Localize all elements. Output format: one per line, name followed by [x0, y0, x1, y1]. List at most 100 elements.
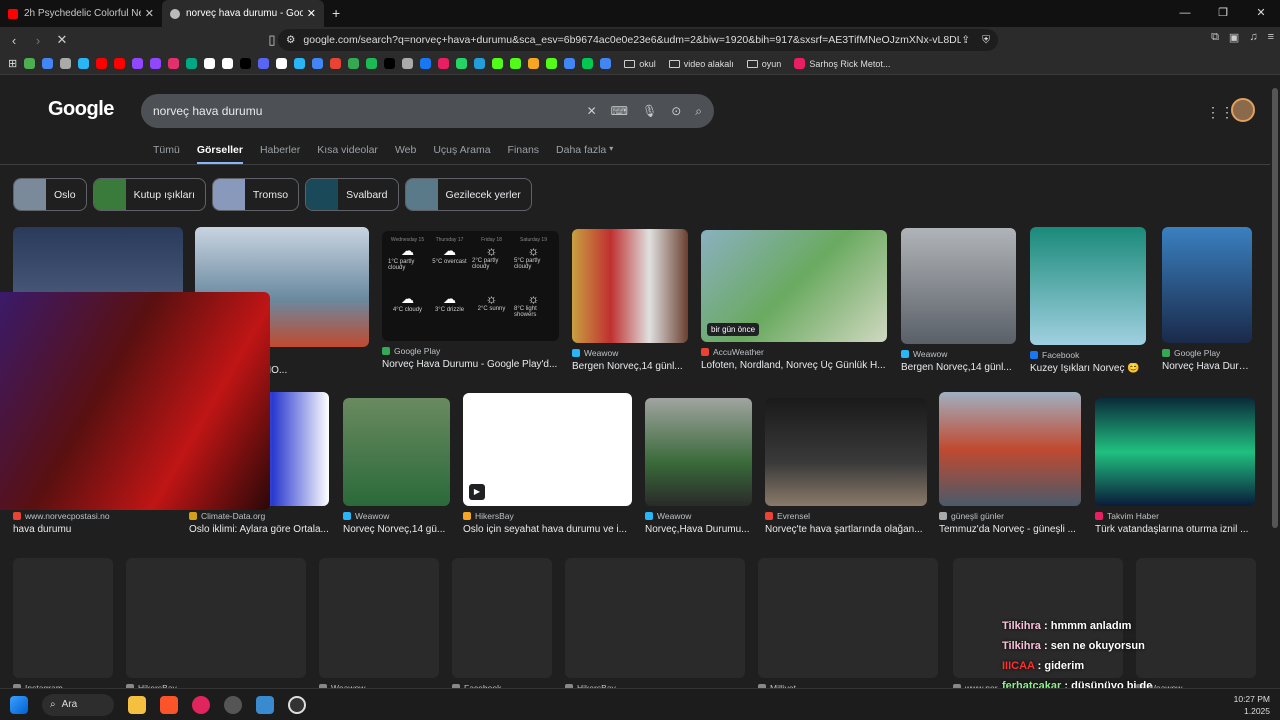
image-result[interactable]: Instagram	[13, 558, 113, 688]
scrollbar-thumb[interactable]	[1272, 88, 1278, 528]
result-caption[interactable]: Kuzey Işıkları Norveç 😊	[1030, 363, 1146, 374]
search-tab[interactable]: Tümü	[153, 144, 180, 165]
system-clock[interactable]: 10:27 PM 1.2025	[1234, 693, 1270, 717]
result-thumbnail[interactable]	[319, 558, 439, 678]
forward-icon[interactable]: ›	[28, 33, 48, 48]
result-source[interactable]: Google Play	[1162, 348, 1252, 358]
bookmark-favicon-icon[interactable]	[510, 58, 522, 69]
result-source[interactable]: AccuWeather	[701, 347, 887, 357]
bookmark-favicon-icon[interactable]	[384, 58, 396, 69]
bookmark-favicon-icon[interactable]	[312, 58, 324, 69]
google-apps-icon[interactable]: ⋮⋮	[1206, 104, 1234, 121]
bookmark-favicon-icon[interactable]	[60, 58, 72, 69]
media-icon[interactable]: ♫	[1249, 31, 1257, 44]
avatar[interactable]	[1231, 98, 1255, 122]
result-thumbnail[interactable]	[645, 398, 752, 506]
search-tab[interactable]: Daha fazla	[556, 144, 606, 165]
bookmark-favicon-icon[interactable]	[564, 58, 576, 69]
refinement-chip[interactable]: Gezilecek yerler	[404, 178, 532, 211]
image-result[interactable]: Facebook Kuzey Işıkları Norveç 😊	[1030, 227, 1146, 374]
result-caption[interactable]: Norveç,Hava Durumu...	[645, 524, 752, 535]
result-caption[interactable]: Norveç'te hava şartlarında olağan...	[765, 524, 927, 535]
bookmark-favicon-icon[interactable]	[366, 58, 378, 69]
menu-icon[interactable]: ≡	[1268, 31, 1274, 44]
bookmark-favicon-icon[interactable]	[114, 58, 126, 69]
result-source[interactable]: Weawow	[645, 511, 752, 521]
back-icon[interactable]: ‹	[4, 33, 24, 48]
result-source[interactable]: Facebook	[1030, 350, 1146, 360]
search-icon[interactable]: ⌕	[695, 104, 702, 119]
result-caption[interactable]: hava durumu	[13, 524, 173, 535]
obs-icon[interactable]	[288, 695, 306, 714]
tab-close-icon[interactable]: ✕	[307, 7, 316, 20]
bookmark-favicon-icon[interactable]	[96, 58, 108, 69]
bookmark-favicon-icon[interactable]	[546, 58, 558, 69]
brave-shield-icon[interactable]: ⛨	[982, 34, 990, 47]
result-thumbnail[interactable]	[343, 398, 450, 506]
image-result[interactable]: Weawow Bergen Norveç,14 günl...	[901, 228, 1016, 373]
result-thumbnail[interactable]	[452, 558, 552, 678]
bookmark-folder[interactable]: oyun	[746, 59, 781, 69]
result-thumbnail[interactable]	[758, 558, 938, 678]
image-result[interactable]: Weawow	[319, 558, 439, 688]
image-result[interactable]: Milliyet	[758, 558, 938, 688]
image-result[interactable]: Weawow Norveç,Hava Durumu...	[645, 398, 752, 535]
search-input[interactable]: norveç hava durumu	[153, 104, 587, 118]
result-thumbnail[interactable]	[572, 229, 688, 343]
extensions-icon[interactable]: ⧉	[1211, 31, 1219, 44]
result-thumbnail[interactable]	[901, 228, 1016, 344]
result-thumbnail[interactable]	[1162, 227, 1252, 343]
bookmark-item[interactable]: Sarhoş Rick Metot...	[794, 58, 890, 69]
result-thumbnail[interactable]: Wednesday 15 ☁ 1°C partly cloudy Thursday 1…	[382, 231, 559, 341]
refinement-chip[interactable]: Svalbard	[305, 178, 399, 211]
share-icon[interactable]: ⇪	[961, 34, 970, 46]
result-caption[interactable]: Türk vatandaşlarına oturma iznil ...	[1095, 524, 1255, 535]
result-source[interactable]: Evrensel	[765, 511, 927, 521]
result-caption[interactable]: Temmuz'da Norveç - güneşli ...	[939, 524, 1081, 535]
image-result[interactable]: Weawow Bergen Norveç,14 günl...	[572, 229, 688, 372]
brave-browser-icon[interactable]	[160, 695, 178, 714]
image-result[interactable]: ▶ HikersBay Oslo için seyahat hava durumu …	[463, 393, 632, 535]
bookmark-favicon-icon[interactable]	[150, 58, 162, 69]
site-info-icon[interactable]: ⚙	[286, 34, 295, 46]
result-thumbnail[interactable]	[939, 392, 1081, 506]
minimize-icon[interactable]: —	[1166, 0, 1204, 27]
bookmark-favicon-icon[interactable]	[24, 58, 36, 69]
result-caption[interactable]: Oslo için seyahat hava durumu ve i...	[463, 524, 632, 535]
bookmark-favicon-icon[interactable]	[348, 58, 360, 69]
apps-grid-icon[interactable]: ⊞	[8, 57, 17, 70]
result-source[interactable]: Weawow	[901, 349, 1016, 359]
maximize-icon[interactable]: ❐	[1204, 0, 1242, 27]
bookmark-favicon-icon[interactable]	[528, 58, 540, 69]
image-result[interactable]: Facebook	[452, 558, 552, 688]
bookmark-favicon-icon[interactable]	[420, 58, 432, 69]
image-result[interactable]: HikersBay	[565, 558, 745, 688]
bookmark-favicon-icon[interactable]	[258, 58, 270, 69]
app-icon[interactable]	[224, 695, 242, 714]
image-result[interactable]: Wednesday 15 ☁ 1°C partly cloudy Thursday 1…	[382, 231, 559, 370]
search-box[interactable]: norveç hava durumu ✕ ⌨ 🎙 ⊙ ⌕	[141, 94, 714, 128]
result-caption[interactable]: Lofoten, Nordland, Norveç Üç Günlük H...	[701, 360, 887, 371]
page-scrollbar[interactable]	[1270, 76, 1280, 688]
search-tab[interactable]: Görseller	[196, 144, 243, 165]
result-caption[interactable]: Norveç Hava Durumu - Google Play'd...	[382, 359, 559, 370]
bookmark-folder[interactable]: video alakalı	[668, 59, 734, 69]
windows-start-icon[interactable]	[10, 695, 28, 714]
clear-icon[interactable]: ✕	[587, 104, 597, 119]
refinement-chip[interactable]: Kutup ışıkları	[92, 178, 206, 211]
bookmark-favicon-icon[interactable]	[294, 58, 306, 69]
search-tab[interactable]: Web	[395, 144, 416, 165]
photos-icon[interactable]	[256, 695, 274, 714]
bookmark-favicon-icon[interactable]	[438, 58, 450, 69]
result-source[interactable]: Climate-Data.org	[189, 511, 329, 521]
result-source[interactable]: Weawow	[343, 511, 450, 521]
search-tab[interactable]: Haberler	[260, 144, 300, 165]
result-source[interactable]: HikersBay	[463, 511, 632, 521]
bookmark-favicon-icon[interactable]	[222, 58, 234, 69]
tab-close-icon[interactable]: ✕	[145, 7, 154, 20]
wallet-icon[interactable]: ▣	[1229, 31, 1239, 44]
result-thumbnail[interactable]	[765, 398, 927, 506]
search-tab[interactable]: Kısa videolar	[317, 144, 378, 165]
result-caption[interactable]: Norveç Hava Duru...	[1162, 361, 1252, 372]
bookmark-folder[interactable]: okul	[624, 59, 656, 69]
